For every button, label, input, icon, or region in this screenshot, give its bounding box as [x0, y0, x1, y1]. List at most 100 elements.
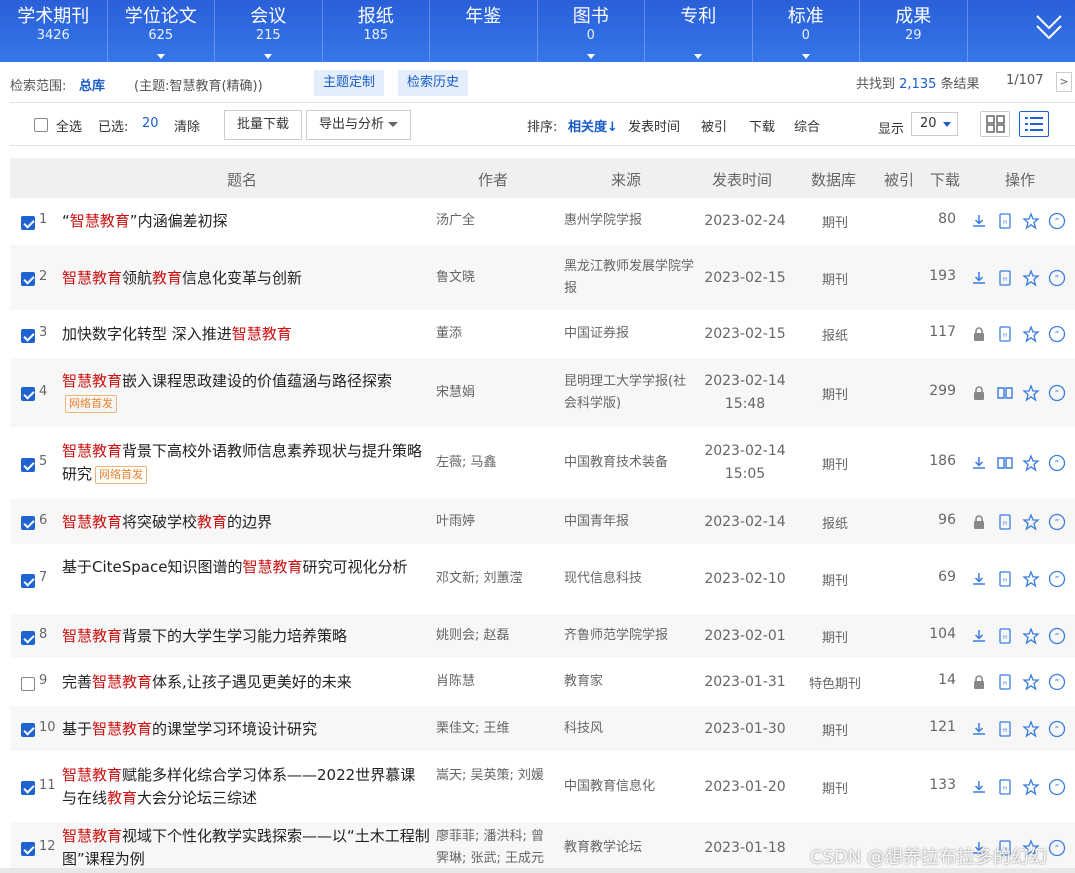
tab-6[interactable]: 专利 — [645, 0, 753, 62]
cite-quote-icon[interactable]: ” — [1048, 570, 1066, 588]
row-checkbox[interactable] — [21, 630, 35, 645]
cite-quote-icon[interactable]: ” — [1048, 384, 1066, 402]
sort-combined[interactable]: 综合 — [794, 116, 820, 135]
tab-7[interactable]: 标准 0 — [753, 0, 860, 62]
favorite-star-icon[interactable] — [1022, 268, 1040, 287]
favorite-star-icon[interactable] — [1022, 512, 1040, 531]
batch-download-button[interactable]: 批量下载 — [224, 110, 303, 140]
lock-icon[interactable] — [970, 325, 988, 343]
export-analysis-button[interactable]: 导出与分析 — [306, 110, 412, 140]
next-page-button[interactable]: > — [1056, 72, 1072, 92]
row-checkbox[interactable] — [21, 842, 35, 857]
favorite-star-icon[interactable] — [1022, 627, 1040, 645]
html-read-icon[interactable]: H — [996, 212, 1014, 230]
paper-source[interactable]: 齐鲁师范学院学报 — [564, 625, 699, 647]
paper-source[interactable]: 中国青年报 — [564, 511, 699, 533]
paper-title-link[interactable]: 智慧教育背景下的大学生学习能力培养策略 — [62, 625, 430, 648]
sort-date[interactable]: 发表时间 — [628, 116, 680, 135]
html-read-icon[interactable]: H — [996, 627, 1014, 645]
html-read-icon[interactable]: H — [996, 720, 1014, 738]
paper-source[interactable]: 昆明理工大学学报(社会科学版) — [564, 371, 699, 415]
cite-quote-icon[interactable]: ” — [1048, 627, 1066, 645]
row-checkbox[interactable] — [21, 573, 35, 588]
favorite-star-icon[interactable] — [1022, 454, 1040, 472]
paper-title-link[interactable]: 加快数字化转型 深入推进智慧教育 — [62, 323, 430, 346]
paper-source[interactable]: 中国证券报 — [564, 323, 699, 345]
lock-icon[interactable] — [970, 673, 988, 691]
row-checkbox[interactable] — [21, 457, 35, 472]
lock-icon[interactable] — [970, 384, 988, 402]
row-checkbox[interactable] — [21, 387, 35, 402]
favorite-star-icon[interactable] — [1022, 212, 1040, 230]
paper-title-link[interactable]: 智慧教育领航教育信息化变革与创新 — [62, 267, 430, 290]
sort-download[interactable]: 下载 — [749, 116, 775, 135]
favorite-star-icon[interactable] — [1022, 719, 1040, 738]
paper-source[interactable]: 惠州学院学报 — [564, 210, 699, 232]
paper-authors[interactable]: 董添 — [436, 323, 556, 345]
download-icon[interactable] — [970, 269, 988, 287]
tab-3[interactable]: 报纸 185 — [323, 0, 430, 62]
paper-title-link[interactable]: 基于CiteSpace知识图谱的智慧教育研究可视化分析 — [62, 556, 430, 579]
paper-title-link[interactable]: 完善智慧教育体系,让孩子遇见更美好的未来 — [62, 671, 430, 694]
download-icon[interactable] — [970, 778, 988, 796]
download-icon[interactable] — [970, 570, 988, 588]
cite-quote-icon[interactable]: ” — [1048, 454, 1066, 472]
select-all-label[interactable]: 全选 — [56, 116, 82, 135]
paper-authors[interactable]: 叶雨婷 — [436, 511, 556, 533]
sort-cited[interactable]: 被引 — [701, 116, 727, 135]
download-icon[interactable] — [970, 454, 988, 472]
tab-1[interactable]: 学位论文 625 — [108, 0, 215, 62]
row-checkbox[interactable] — [21, 676, 35, 691]
paper-source[interactable]: 现代信息科技 — [564, 568, 699, 590]
favorite-star-icon[interactable] — [1022, 325, 1040, 343]
row-checkbox[interactable] — [21, 272, 35, 287]
cite-quote-icon[interactable]: ” — [1048, 325, 1066, 343]
favorite-star-icon[interactable] — [1022, 673, 1040, 691]
row-checkbox[interactable] — [21, 516, 35, 531]
paper-authors[interactable]: 廖菲菲; 潘洪科; 曾霁琳; 张武; 王成元 — [436, 826, 556, 870]
html-read-icon[interactable]: H — [996, 778, 1014, 796]
paper-title-link[interactable]: 基于智慧教育的课堂学习环境设计研究 — [62, 718, 430, 741]
row-checkbox[interactable] — [21, 328, 35, 343]
row-checkbox[interactable] — [21, 723, 35, 738]
search-history-button[interactable]: 检索历史 — [398, 70, 469, 96]
download-icon[interactable] — [970, 627, 988, 645]
paper-authors[interactable]: 汤广全 — [436, 210, 556, 232]
html-read-icon[interactable]: H — [996, 673, 1014, 691]
paper-title-link[interactable]: 智慧教育嵌入课程思政建设的价值蕴涵与路径探索网络首发 — [62, 370, 430, 416]
html-read-icon[interactable]: H — [996, 570, 1014, 588]
paper-source[interactable]: 科技风 — [564, 718, 699, 740]
paper-authors[interactable]: 姚则会; 赵磊 — [436, 625, 556, 647]
paper-source[interactable]: 教育家 — [564, 671, 699, 693]
favorite-star-icon[interactable] — [1022, 383, 1040, 402]
paper-authors[interactable]: 宋慧娟 — [436, 382, 556, 404]
paper-source[interactable]: 黑龙江教师发展学院学报 — [564, 256, 699, 300]
paper-title-link[interactable]: 智慧教育背景下高校外语教师信息素养现状与提升策略研究 网络首发 — [62, 440, 430, 486]
html-read-icon[interactable]: H — [996, 325, 1014, 343]
scope-library[interactable]: 总库 — [79, 75, 105, 94]
cite-quote-icon[interactable]: ” — [1048, 839, 1066, 857]
html-read-icon[interactable]: H — [996, 269, 1014, 287]
page-size-select[interactable]: 20 — [911, 112, 958, 136]
read-online-icon[interactable] — [996, 384, 1014, 402]
cite-quote-icon[interactable]: ” — [1048, 778, 1066, 796]
paper-authors[interactable]: 鲁文晓 — [436, 267, 556, 289]
paper-authors[interactable]: 栗佳文; 王维 — [436, 718, 556, 740]
clear-button[interactable]: 清除 — [174, 116, 200, 135]
paper-authors[interactable]: 邓文新; 刘蕙滢 — [436, 568, 556, 590]
lock-icon[interactable] — [970, 513, 988, 531]
sort-relevance[interactable]: 相关度↓ — [568, 116, 618, 135]
favorite-star-icon[interactable] — [1022, 777, 1040, 796]
cite-quote-icon[interactable]: ” — [1048, 269, 1066, 287]
topic-custom-button[interactable]: 主题定制 — [314, 70, 385, 96]
read-online-icon[interactable] — [996, 454, 1014, 472]
paper-source[interactable]: 中国教育技术装备 — [564, 452, 699, 474]
paper-title-link[interactable]: 智慧教育视域下个性化教学实践探索——以“土木工程制图”课程为例 — [62, 825, 430, 871]
row-checkbox[interactable] — [21, 781, 35, 796]
tab-5[interactable]: 图书 0 — [538, 0, 645, 62]
paper-source[interactable]: 教育教学论坛 — [564, 837, 699, 859]
tab-2[interactable]: 会议 215 — [215, 0, 323, 62]
paper-title-link[interactable]: “智慧教育”内涵偏差初探 — [62, 210, 430, 233]
cite-quote-icon[interactable]: ” — [1048, 720, 1066, 738]
paper-title-link[interactable]: 智慧教育将突破学校教育的边界 — [62, 511, 430, 534]
